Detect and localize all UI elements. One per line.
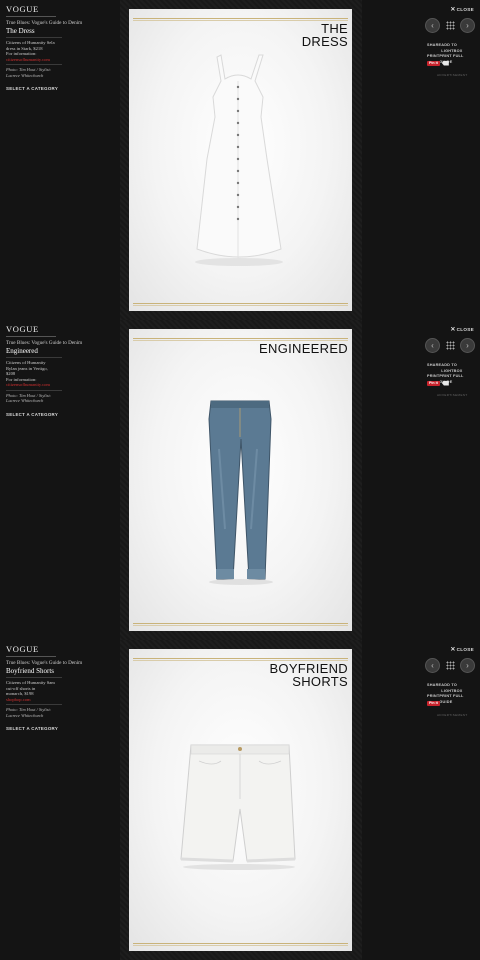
caption-column: VOGUE True Blues: Vogue's Guide to Denim… xyxy=(6,644,114,731)
photo-credit: Photo: Tim Hout / Stylist: Lucrece White… xyxy=(6,67,114,78)
item-description: Citizens of Humanity Rylan jeans in Vert… xyxy=(6,360,114,388)
product-photo: THE DRESS xyxy=(129,9,352,311)
divider xyxy=(6,656,56,657)
vogue-logo[interactable]: VOGUE xyxy=(6,4,114,14)
divider xyxy=(6,677,62,678)
advertisement-label: ADVERTISEMENT xyxy=(437,73,468,77)
close-label: CLOSE xyxy=(456,327,474,332)
share-link[interactable]: SHARE xyxy=(427,363,441,374)
chevron-left-icon: ‹ xyxy=(431,21,434,30)
slideshow-panel-boyfriend-shorts: VOGUE True Blues: Vogue's Guide to Denim… xyxy=(0,640,480,960)
pin-it-widget: Pin it xyxy=(427,60,449,66)
add-to-lightbox-link[interactable]: ADD TO LIGHTBOX xyxy=(441,363,475,374)
close-label: CLOSE xyxy=(456,647,474,652)
retailer-link[interactable]: citizensofhumanity.com xyxy=(6,382,114,388)
vogue-logo[interactable]: VOGUE xyxy=(6,324,114,334)
slide-navigation: ‹ › xyxy=(425,658,475,674)
vogue-logo[interactable]: VOGUE xyxy=(6,644,114,654)
share-link[interactable]: SHARE xyxy=(427,43,441,54)
guide-kicker: True Blues: Vogue's Guide to Denim xyxy=(6,660,83,666)
close-icon: ✕ xyxy=(450,647,456,653)
retailer-link[interactable]: shopbop.com xyxy=(6,697,114,703)
select-category-link[interactable]: SELECT A CATEGORY xyxy=(6,86,114,91)
pin-count-bubble xyxy=(441,380,449,386)
photo-credit: Photo: Tim Hout / Stylist: Lucrece White… xyxy=(6,393,114,404)
gold-rule xyxy=(133,943,348,944)
divider xyxy=(6,37,62,38)
chevron-right-icon: › xyxy=(466,661,469,670)
photo-credit: Photo: Tim Hout / Stylist: Lucrece White… xyxy=(6,707,114,718)
slideshow-panel-dress: VOGUE True Blues: Vogue's Guide to Denim… xyxy=(0,0,480,320)
divider xyxy=(6,336,56,337)
white-dress-image xyxy=(195,54,283,266)
item-title: The Dress xyxy=(6,27,35,35)
white-shorts-image xyxy=(180,744,296,870)
advertisement-label: ADVERTISEMENT xyxy=(437,713,468,717)
credit-line: Lucrece Whitechurch xyxy=(6,712,44,718)
chevron-right-icon: › xyxy=(466,21,469,30)
slideshow-panel-engineered: VOGUE True Blues: Vogue's Guide to Denim… xyxy=(0,320,480,640)
previous-slide-button[interactable]: ‹ xyxy=(425,338,440,353)
close-icon: ✕ xyxy=(450,327,456,333)
slide-navigation: ‹ › xyxy=(425,18,475,34)
pin-it-widget: Pin it xyxy=(427,700,440,706)
item-description: Citizens of Humanity Sam cut-off shorts … xyxy=(6,680,114,702)
chevron-right-icon: › xyxy=(466,341,469,350)
divider xyxy=(6,389,62,391)
next-slide-button[interactable]: › xyxy=(460,658,475,673)
close-icon: ✕ xyxy=(450,7,456,13)
divider xyxy=(6,704,62,706)
divider xyxy=(6,357,62,358)
add-to-lightbox-link[interactable]: ADD TO LIGHTBOX xyxy=(441,43,475,54)
divider xyxy=(6,64,62,66)
divider xyxy=(6,16,56,17)
pin-it-button[interactable]: Pin it xyxy=(427,380,440,386)
close-label: CLOSE xyxy=(456,7,474,12)
pin-count-bubble xyxy=(441,60,449,66)
guide-kicker: True Blues: Vogue's Guide to Denim xyxy=(6,340,83,346)
pin-it-button[interactable]: Pin it xyxy=(427,700,440,706)
next-slide-button[interactable]: › xyxy=(460,18,475,33)
caption-column: VOGUE True Blues: Vogue's Guide to Denim… xyxy=(6,324,114,417)
close-button[interactable]: ✕CLOSE xyxy=(450,326,474,333)
gold-rule xyxy=(133,945,348,946)
pin-it-widget: Pin it xyxy=(427,380,449,386)
select-category-link[interactable]: SELECT A CATEGORY xyxy=(6,726,114,731)
jeans-image xyxy=(208,400,273,585)
select-category-link[interactable]: SELECT A CATEGORY xyxy=(6,412,114,417)
credit-line: Lucrece Whitechurch xyxy=(6,398,44,404)
close-button[interactable]: ✕CLOSE xyxy=(450,6,474,13)
gold-rule xyxy=(133,623,348,624)
print-full-guide-link[interactable]: PRINT FULL GUIDE xyxy=(439,694,475,705)
previous-slide-button[interactable]: ‹ xyxy=(425,18,440,33)
product-photo: ENGINEERED xyxy=(129,329,352,631)
guide-kicker: True Blues: Vogue's Guide to Denim xyxy=(6,20,83,26)
pin-it-button[interactable]: Pin it xyxy=(427,60,440,66)
chevron-left-icon: ‹ xyxy=(431,341,434,350)
gold-rule xyxy=(133,305,348,306)
item-title: Boyfriend Shorts xyxy=(6,667,55,675)
grid-icon[interactable] xyxy=(446,661,455,670)
grid-icon[interactable] xyxy=(446,341,455,350)
caption-column: VOGUE True Blues: Vogue's Guide to Denim… xyxy=(6,4,114,91)
gold-rule xyxy=(133,625,348,626)
grid-icon[interactable] xyxy=(446,21,455,30)
credit-line: Lucrece Whitechurch xyxy=(6,72,44,78)
slide-navigation: ‹ › xyxy=(425,338,475,354)
chevron-left-icon: ‹ xyxy=(431,661,434,670)
product-photo: BOYFRIEND SHORTS xyxy=(129,649,352,951)
retailer-link[interactable]: citizensofhumanity.com xyxy=(6,57,114,63)
item-title: Engineered xyxy=(6,347,38,355)
item-description: Citizens of Humanity Sela dress in Stark… xyxy=(6,40,114,62)
gold-rule xyxy=(133,303,348,304)
share-link[interactable]: SHARE xyxy=(427,683,441,694)
advertisement-label: ADVERTISEMENT xyxy=(437,393,468,397)
close-button[interactable]: ✕CLOSE xyxy=(450,646,474,653)
add-to-lightbox-link[interactable]: ADD TO LIGHTBOX xyxy=(441,683,475,694)
previous-slide-button[interactable]: ‹ xyxy=(425,658,440,673)
next-slide-button[interactable]: › xyxy=(460,338,475,353)
